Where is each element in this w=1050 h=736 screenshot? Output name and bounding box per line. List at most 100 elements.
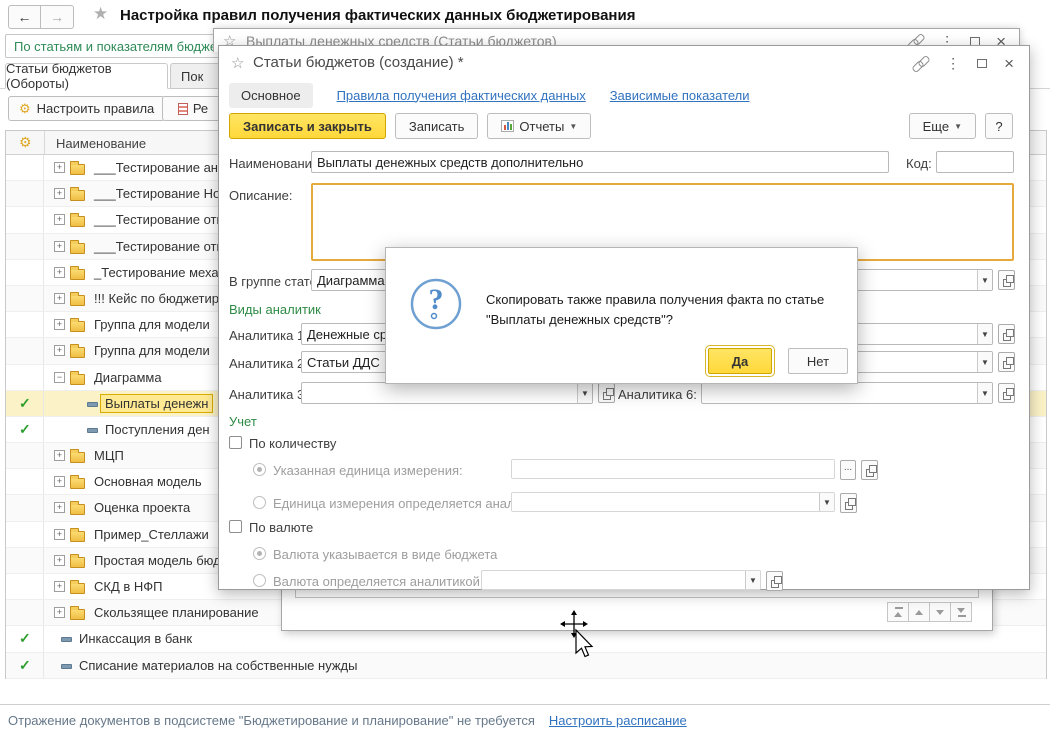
more-button[interactable]: Еще ▼ [908, 113, 976, 139]
row-flag-cell [6, 155, 44, 181]
expand-icon[interactable]: + [54, 528, 65, 540]
name-input[interactable] [311, 151, 889, 173]
configure-schedule-link[interactable]: Настроить расписание [549, 713, 687, 728]
group-open-button[interactable] [998, 270, 1015, 290]
page-title: Настройка правил получения фактических д… [120, 7, 636, 24]
dropdown-arrow-icon[interactable]: ▼ [977, 324, 992, 344]
move-top-button[interactable] [887, 602, 909, 622]
expand-icon[interactable]: + [54, 292, 65, 304]
close-icon[interactable]: × [1004, 55, 1014, 72]
dropdown-arrow-icon[interactable]: ▼ [577, 383, 592, 403]
expand-icon[interactable]: + [54, 345, 65, 357]
folder-icon [70, 370, 85, 385]
row-flag-cell [6, 443, 44, 469]
row-flag-cell: ✓ [6, 390, 44, 416]
configure-rules-button[interactable]: ⚙ Настроить правила [8, 96, 166, 121]
row-label: Группа для модели [94, 343, 210, 359]
expand-icon[interactable]: + [54, 607, 65, 619]
analytics3-combo[interactable]: ▼ [301, 382, 593, 404]
expand-icon[interactable]: + [54, 188, 65, 200]
expand-icon[interactable]: + [54, 502, 65, 514]
currency-analytics-radio[interactable] [253, 574, 266, 587]
analytics6-open-button[interactable] [998, 383, 1015, 403]
status-message: Отражение документов в подсистеме "Бюдже… [8, 713, 535, 728]
unit-analytics-open-button[interactable] [840, 493, 857, 513]
currency-analytics-open-button[interactable] [766, 571, 783, 591]
row-flag-cell [6, 600, 44, 626]
unit-select-button[interactable]: ... [840, 460, 856, 480]
unit-by-analytics-radio[interactable] [253, 496, 266, 509]
row-label: ___Тестирование отк [94, 212, 223, 228]
status-bar: Отражение документов в подсистеме "Бюдже… [0, 704, 1050, 736]
expand-icon[interactable]: + [54, 319, 65, 331]
unit-open-button[interactable] [861, 460, 878, 480]
expand-icon[interactable]: + [54, 214, 65, 226]
code-label: Код: [906, 156, 932, 171]
expand-icon[interactable]: + [54, 240, 65, 252]
dropdown-arrow-icon[interactable]: ▼ [977, 383, 992, 403]
reports-button[interactable]: Отчеты ▼ [487, 113, 592, 139]
move-bottom-button[interactable] [950, 602, 972, 622]
analytics3-open-button[interactable] [598, 383, 615, 403]
analytics6-combo[interactable]: ▼ [701, 382, 993, 404]
back-button[interactable]: ← [8, 5, 41, 29]
dropdown-arrow-icon[interactable]: ▼ [745, 571, 760, 589]
expand-icon[interactable]: + [54, 581, 65, 592]
row-label: Поступления ден [105, 421, 210, 437]
move-up-button[interactable] [908, 602, 930, 622]
forward-button[interactable]: → [41, 5, 74, 29]
report-doc-icon [177, 102, 188, 115]
dropdown-arrow-icon[interactable]: ▼ [819, 493, 834, 511]
expand-icon[interactable]: + [54, 476, 65, 488]
dropdown-arrow-icon[interactable]: ▼ [977, 352, 992, 372]
save-button[interactable]: Записать [394, 113, 479, 139]
folder-icon [70, 553, 85, 568]
expand-icon[interactable]: + [54, 266, 65, 278]
save-and-close-button[interactable]: Записать и закрыть [229, 113, 386, 139]
code-input[interactable] [936, 151, 1014, 173]
currency-budget-radio[interactable] [253, 547, 266, 560]
favorite-star-icon[interactable]: ★ [93, 4, 108, 24]
by-currency-checkbox[interactable] [229, 520, 242, 533]
reports-label: Отчеты [519, 118, 565, 134]
row-flag-cell [6, 469, 44, 495]
tab-link-rules[interactable]: Правила получения фактических данных [337, 88, 586, 103]
gear-icon[interactable]: ⚙ [19, 135, 32, 150]
dropdown-arrow-icon[interactable]: ▼ [977, 270, 992, 290]
table-row[interactable]: ✓ Списание материалов на собственные нужд… [6, 652, 1046, 679]
by-currency-label: По валюте [249, 520, 314, 535]
item-icon [87, 401, 98, 407]
yes-button[interactable]: Да [705, 345, 775, 377]
menu-dots-icon[interactable]: ⋮ [946, 55, 960, 72]
filter-link[interactable]: По статьям и показателям бюджетов [14, 39, 237, 54]
help-button[interactable]: ? [985, 113, 1013, 139]
row-flag-cell [6, 207, 44, 233]
unit-specified-radio[interactable] [253, 463, 266, 476]
analytics5-open-button[interactable] [998, 352, 1015, 372]
row-flag-cell [6, 285, 44, 312]
get-link-icon[interactable] [913, 57, 929, 71]
currency-analytics-combo[interactable]: ▼ [481, 570, 761, 590]
expand-icon[interactable]: + [54, 162, 65, 173]
maximize-icon[interactable] [977, 59, 988, 68]
name-label: Наименование: [229, 156, 323, 171]
app-root: ← → ★ Настройка правил получения фактиче… [0, 0, 1050, 736]
tab-main[interactable]: Основное [229, 82, 313, 108]
tab-budget-items-turnovers[interactable]: Статьи бюджетов (Обороты) [5, 61, 168, 91]
row-flag-cell: ✓ [6, 416, 44, 443]
expand-icon[interactable]: + [54, 554, 65, 566]
row-label: ___Тестирование отк [94, 238, 223, 254]
configure-rules-label: Настроить правила [36, 101, 155, 116]
move-down-button[interactable] [929, 602, 951, 622]
register-button[interactable]: Ре [162, 96, 224, 121]
unit-input[interactable] [511, 459, 835, 479]
favorite-star-icon[interactable]: ☆ [231, 54, 244, 72]
no-button[interactable]: Нет [788, 348, 848, 374]
row-label: Простая модель бюд [94, 552, 221, 568]
unit-analytics-combo[interactable]: ▼ [511, 492, 835, 512]
collapse-icon[interactable]: − [54, 371, 65, 383]
expand-icon[interactable]: + [54, 450, 65, 462]
tab-link-dependent[interactable]: Зависимые показатели [610, 88, 750, 103]
analytics4-open-button[interactable] [998, 324, 1015, 344]
by-quantity-checkbox[interactable] [229, 436, 242, 449]
